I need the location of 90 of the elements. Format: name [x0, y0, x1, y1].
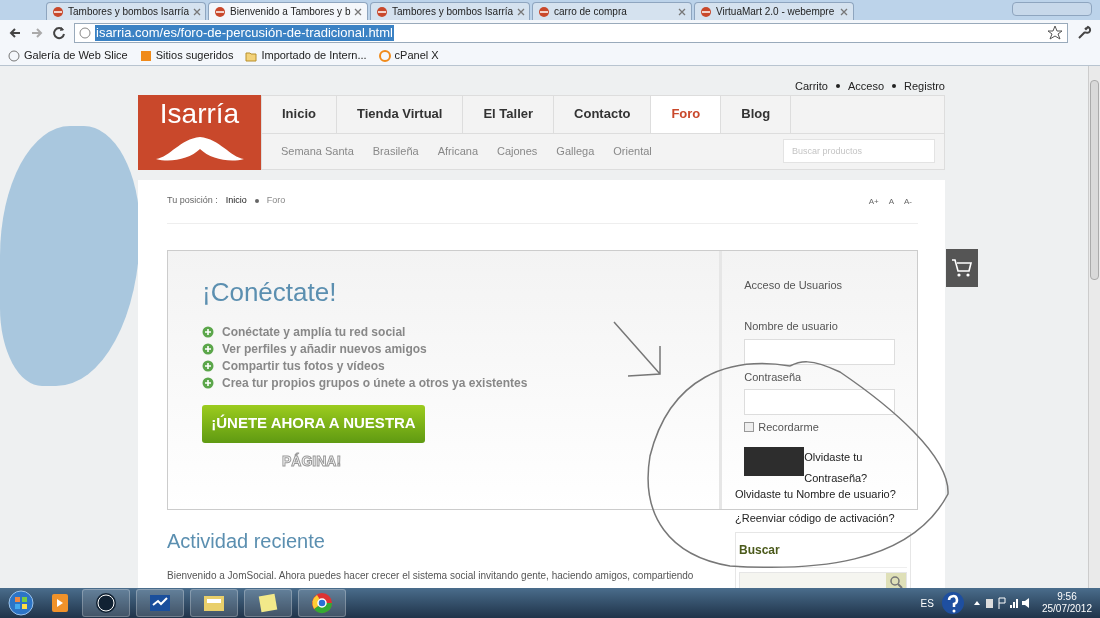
- username-field[interactable]: [744, 338, 896, 365]
- system-tray-icons[interactable]: [971, 596, 1032, 610]
- plus-circle-icon: [202, 343, 214, 355]
- login-button[interactable]: [744, 446, 805, 476]
- tab-title: Tambores y bombos Isarría: [392, 5, 514, 19]
- font-size-control[interactable]: A-: [904, 195, 912, 208]
- star-icon[interactable]: [1047, 25, 1063, 41]
- tab-title: Tambores y bombos Isarría: [68, 5, 190, 19]
- breadcrumb-label: Tu posición :: [167, 194, 218, 208]
- search-module-title: Buscar: [739, 540, 907, 568]
- bookmark-link[interactable]: Sitios sugeridos: [139, 47, 234, 64]
- plus-circle-icon: [202, 326, 214, 338]
- header-link[interactable]: Registro: [904, 78, 945, 95]
- bookmark-link[interactable]: Galería de Web Slice: [8, 47, 128, 64]
- bullet-icon: [892, 84, 897, 89]
- taskbar-button[interactable]: [190, 589, 238, 617]
- tab-title: carro de compra: [554, 5, 628, 19]
- feature-text: Compartir tus fotos y vídeos: [222, 358, 385, 374]
- page-favicon-icon: [538, 5, 550, 18]
- close-tab-icon[interactable]: [840, 7, 848, 16]
- browser-tab[interactable]: Tambores y bombos Isarría: [46, 2, 206, 20]
- password-field[interactable]: [744, 389, 896, 415]
- login-heading: Acceso de Usuarios: [744, 277, 844, 293]
- taskbar-clock[interactable]: 9:56 25/07/2012: [1037, 591, 1096, 615]
- connect-heading: ¡Conéctate!: [202, 276, 338, 307]
- scrollbar[interactable]: [1088, 66, 1100, 588]
- join-button-overflow-text: PÁGINA!: [282, 451, 342, 471]
- page-favicon-icon: [214, 5, 226, 18]
- resend-activation-link[interactable]: ¿Reenviar código de activación?: [735, 510, 911, 527]
- browser-tab[interactable]: Bienvenido a Tambores y b: [208, 2, 368, 20]
- bookmark-link[interactable]: cPanel X: [378, 47, 439, 64]
- feature-text: Crea tur propios grupos o únete a otros ya existentes: [222, 375, 528, 391]
- bullet-icon: [254, 199, 259, 203]
- plus-circle-icon: [202, 377, 214, 389]
- close-tab-icon[interactable]: [517, 7, 526, 16]
- close-tab-icon[interactable]: [354, 7, 363, 16]
- cart-button[interactable]: [946, 249, 978, 287]
- taskbar-button[interactable]: [82, 589, 130, 617]
- help-icon[interactable]: [939, 590, 966, 616]
- browser-tab[interactable]: Tambores y bombos Isarría: [370, 2, 530, 20]
- language-indicator[interactable]: ES: [920, 595, 934, 611]
- font-size-control[interactable]: A+: [868, 195, 879, 208]
- field-label: Nombre de usuario: [744, 319, 839, 334]
- bookmark-link[interactable]: Importado de Intern...: [245, 47, 367, 64]
- browser-tab[interactable]: VirtuaMart 2.0 - webempre: [694, 2, 854, 20]
- taskbar-button[interactable]: [136, 589, 184, 617]
- checkbox-label: Recordarme: [758, 420, 819, 435]
- tab-title: VirtuaMart 2.0 - webempre: [716, 5, 836, 19]
- section-heading: Actividad reciente: [167, 528, 326, 554]
- site-logo[interactable]: Isarría: [138, 94, 261, 170]
- nav-tab[interactable]: Blog: [721, 95, 792, 133]
- breadcrumb-link[interactable]: Foro: [266, 194, 286, 208]
- close-tab-icon[interactable]: [193, 7, 202, 16]
- page-favicon-icon: [376, 5, 388, 18]
- web-slice-icon: [8, 49, 20, 62]
- activity-text: Bienvenido a JomSocial. Ahora puedes hacer crecer el sistema social invitando gente, haciendo amigos, compartiendo: [167, 568, 695, 583]
- browser-tab[interactable]: carro de compra: [532, 2, 692, 20]
- wrench-icon[interactable]: [1076, 25, 1092, 41]
- nav-tab[interactable]: Inicio: [262, 95, 337, 133]
- page-favicon-icon: [700, 5, 712, 18]
- close-tab-icon[interactable]: [678, 7, 686, 16]
- nav-tab[interactable]: El Taller: [463, 95, 555, 133]
- search-field[interactable]: [739, 571, 907, 588]
- bullet-icon: [835, 84, 840, 89]
- globe-icon: [79, 27, 91, 39]
- feature-text: Conéctate y amplía tu red social: [222, 324, 406, 340]
- cpanel-icon: [378, 49, 391, 62]
- feature-text: Ver perfiles y añadir nuevos amigos: [222, 341, 427, 357]
- tab-title: Bienvenido a Tambores y b: [230, 5, 351, 19]
- back-icon[interactable]: [8, 26, 22, 40]
- taskbar-button[interactable]: [298, 589, 346, 617]
- header-link[interactable]: Acceso: [847, 78, 885, 95]
- url-text: isarria.com/es/foro-de-percusión-de-tradicional.html: [95, 25, 394, 41]
- scrollbar-thumb[interactable]: [1090, 80, 1099, 280]
- nav-tab[interactable]: Tienda Virtual: [336, 95, 464, 133]
- taskbar-button[interactable]: [244, 589, 292, 617]
- font-size-control[interactable]: A: [888, 195, 894, 208]
- folder-icon: [245, 49, 258, 62]
- header-link[interactable]: Carrito: [794, 78, 828, 95]
- page-favicon-icon: [52, 5, 64, 18]
- remember-checkbox[interactable]: [744, 422, 755, 433]
- plus-circle-icon: [202, 360, 214, 372]
- reload-icon[interactable]: [52, 26, 66, 40]
- nav-tab[interactable]: Foro: [651, 95, 722, 133]
- address-bar[interactable]: isarria.com/es/foro-de-percusión-de-tradicional.html: [74, 23, 1068, 43]
- breadcrumb-link[interactable]: Inicio: [225, 194, 247, 208]
- search-icon[interactable]: [886, 572, 906, 588]
- field-label: Contraseña: [744, 369, 803, 385]
- bookmark-icon: [139, 49, 152, 62]
- shopping-cart-icon: [951, 258, 973, 278]
